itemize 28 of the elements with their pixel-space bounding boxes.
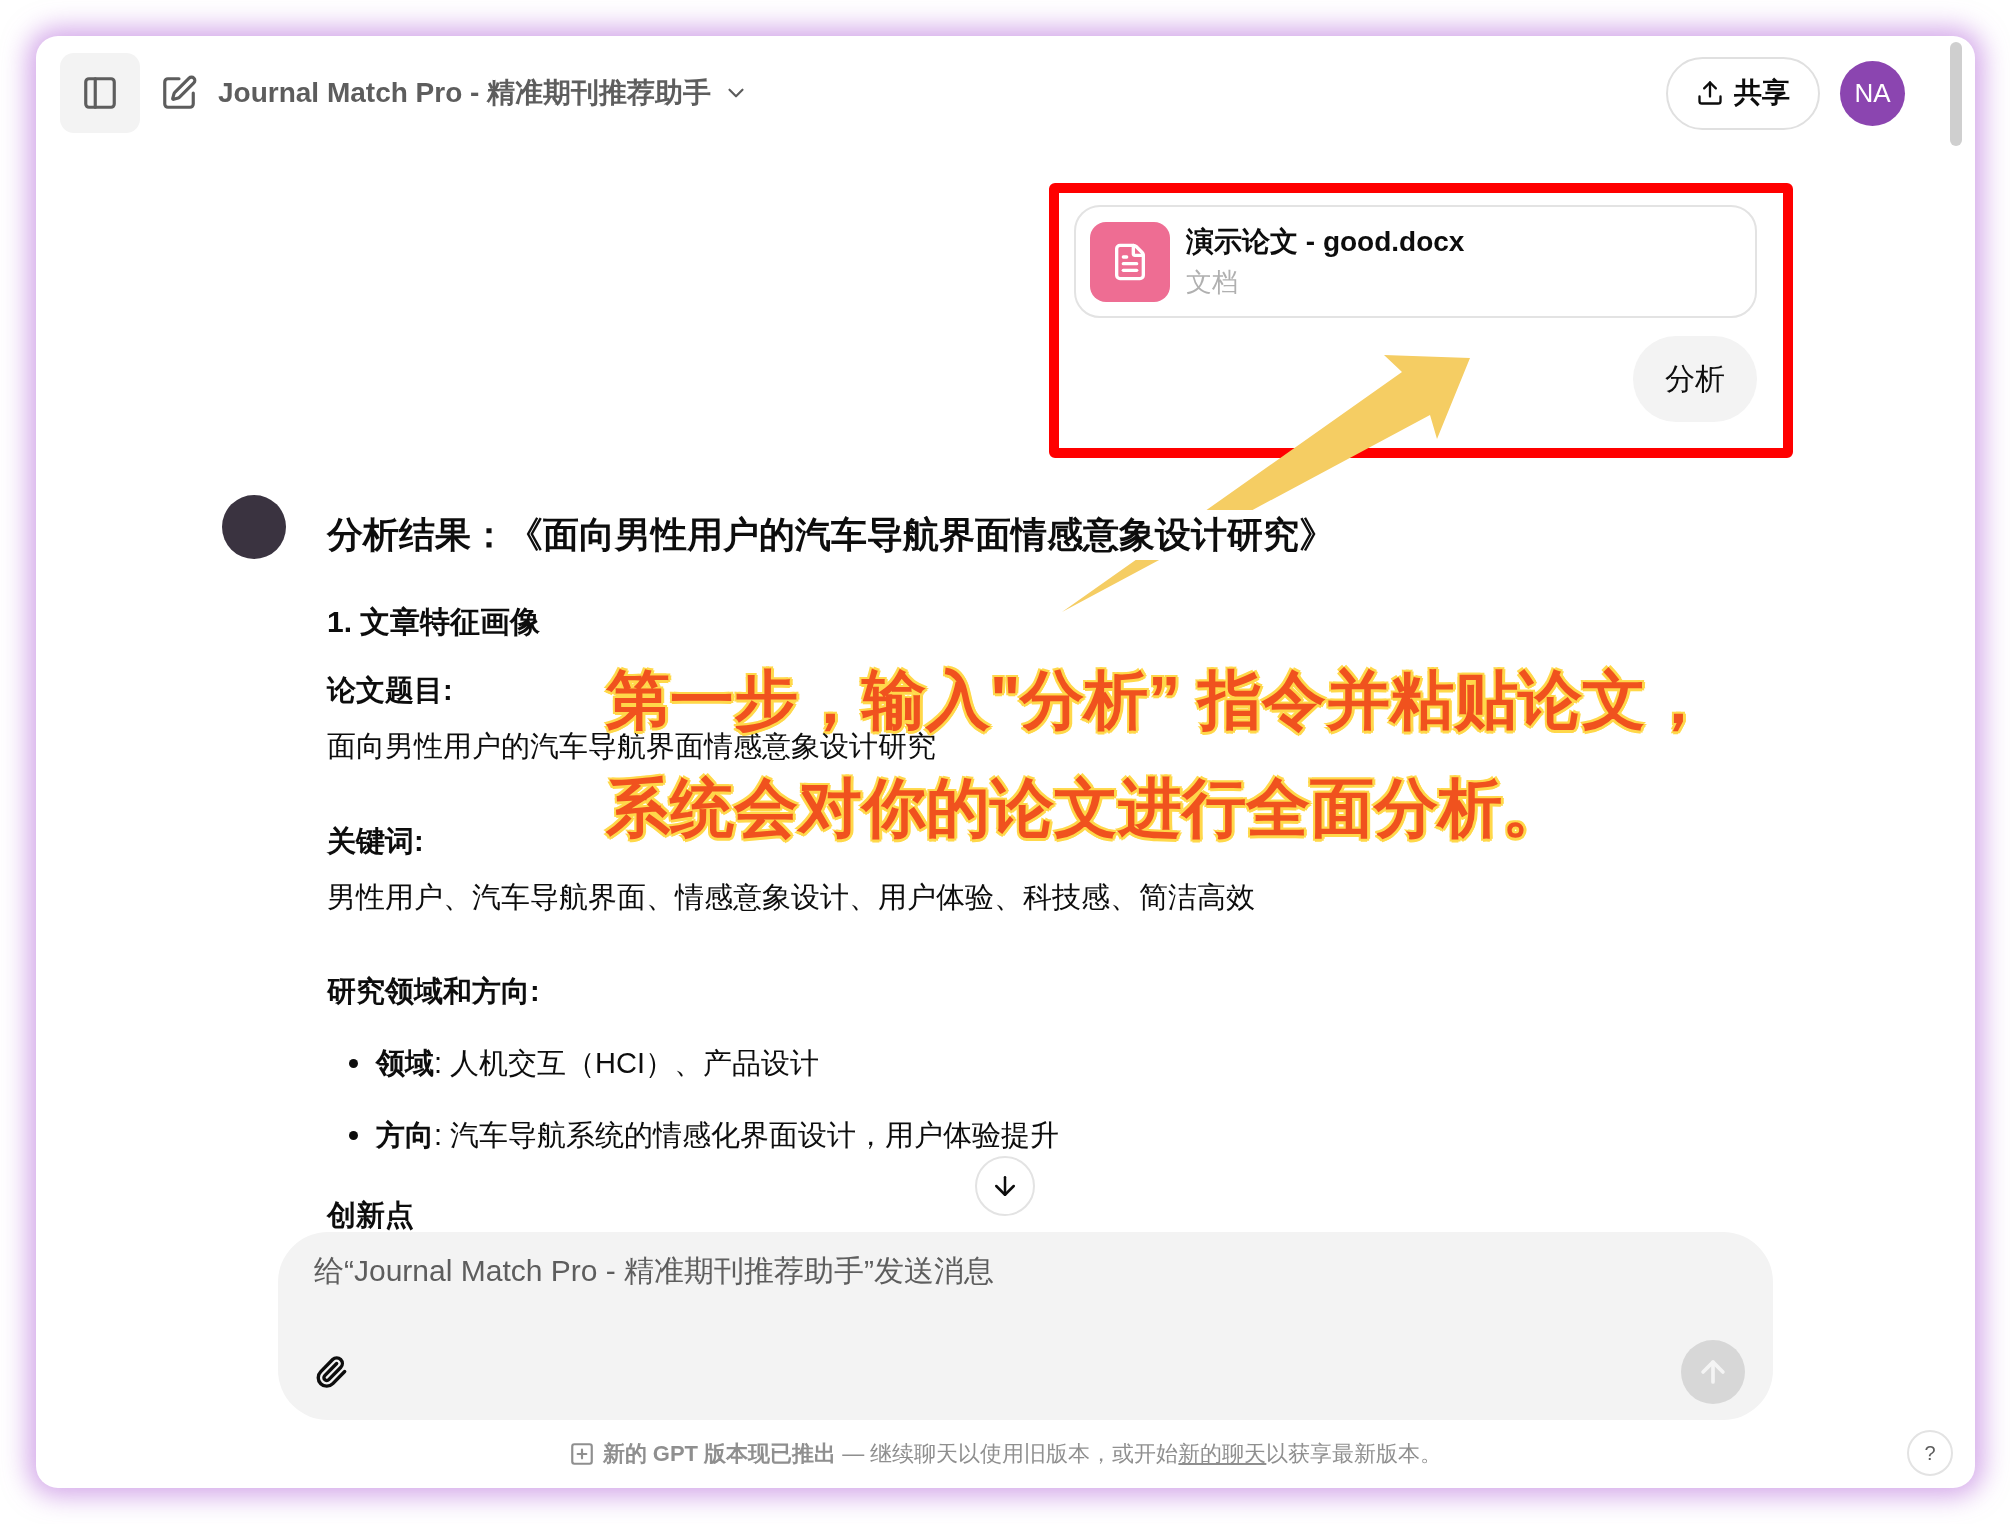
- file-attachment-card[interactable]: 演示论文 - good.docx 文档: [1074, 205, 1757, 318]
- user-message: 分析: [1633, 336, 1757, 422]
- field-label: 创新点: [327, 1198, 414, 1232]
- update-notice: 新的 GPT 版本现已推出 — 继续聊天以使用旧版本，或开始新的聊天以获享最新版本。: [602, 1440, 1443, 1468]
- user-avatar[interactable]: NA: [1840, 60, 1905, 126]
- message-input[interactable]: 给“Journal Match Pro - 精准期刊推荐助手”发送消息: [314, 1254, 1745, 1288]
- bullet-dot: [349, 1130, 358, 1140]
- upload-icon: [1696, 79, 1724, 107]
- document-icon: [1090, 221, 1170, 302]
- paperclip-icon[interactable]: [314, 1355, 348, 1389]
- bullet-text: 领域: 人机交互（HCI）、产品设计: [376, 1048, 820, 1078]
- field-label: 关键词:: [327, 824, 424, 859]
- model-selector[interactable]: Journal Match Pro - 精准期刊推荐助手: [218, 74, 750, 112]
- field-label: 论文题目:: [327, 673, 453, 708]
- new-chat-icon[interactable]: [160, 74, 198, 112]
- bullet-text: 方向: 汽车导航系统的情感化界面设计，用户体验提升: [376, 1120, 1060, 1150]
- help-button[interactable]: ?: [1907, 1430, 1953, 1476]
- square-plus-icon: [568, 1441, 595, 1467]
- caption-line: 系统会对你的论文进行全面分析。: [605, 773, 1567, 843]
- sidebar-toggle-icon[interactable]: [60, 53, 140, 133]
- bullet-dot: [349, 1058, 358, 1068]
- field-label: 研究领域和方向:: [327, 974, 540, 1009]
- field-value: 男性用户、汽车导航界面、情感意象设计、用户体验、科技感、简洁高效: [327, 882, 1255, 912]
- file-type: 文档: [1186, 266, 1239, 299]
- section-title: 1. 文章特征画像: [327, 604, 542, 640]
- file-name: 演示论文 - good.docx: [1186, 225, 1465, 259]
- scroll-down-button[interactable]: [975, 1156, 1035, 1216]
- share-button[interactable]: 共享: [1666, 56, 1820, 130]
